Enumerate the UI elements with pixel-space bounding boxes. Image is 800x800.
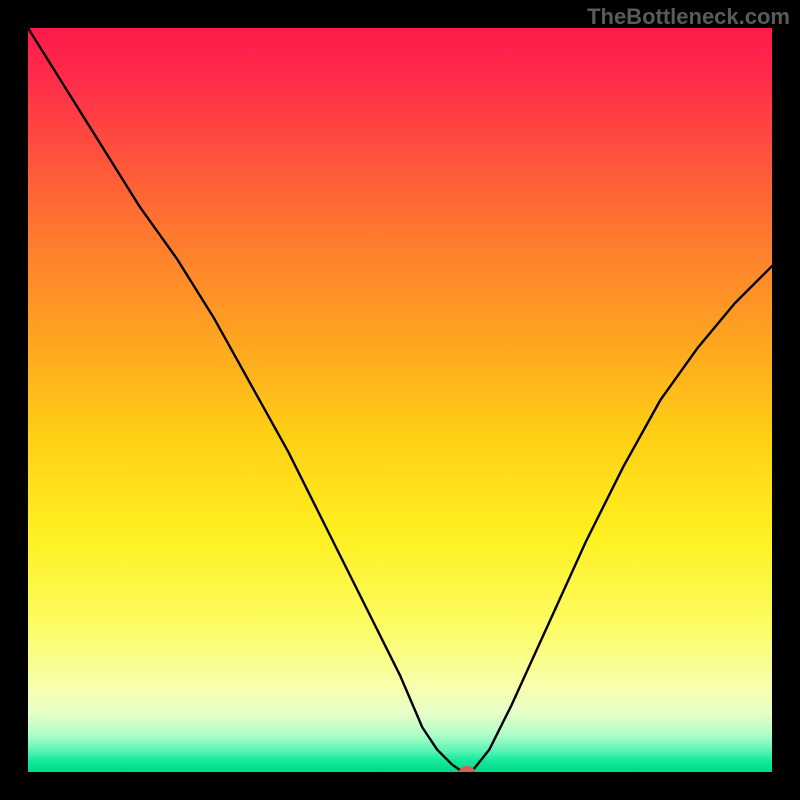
plot-area <box>28 28 772 772</box>
minimum-marker <box>459 766 475 772</box>
curve-path <box>28 28 772 772</box>
curve-svg <box>28 28 772 772</box>
watermark-text: TheBottleneck.com <box>587 4 790 30</box>
chart-container: TheBottleneck.com <box>0 0 800 800</box>
